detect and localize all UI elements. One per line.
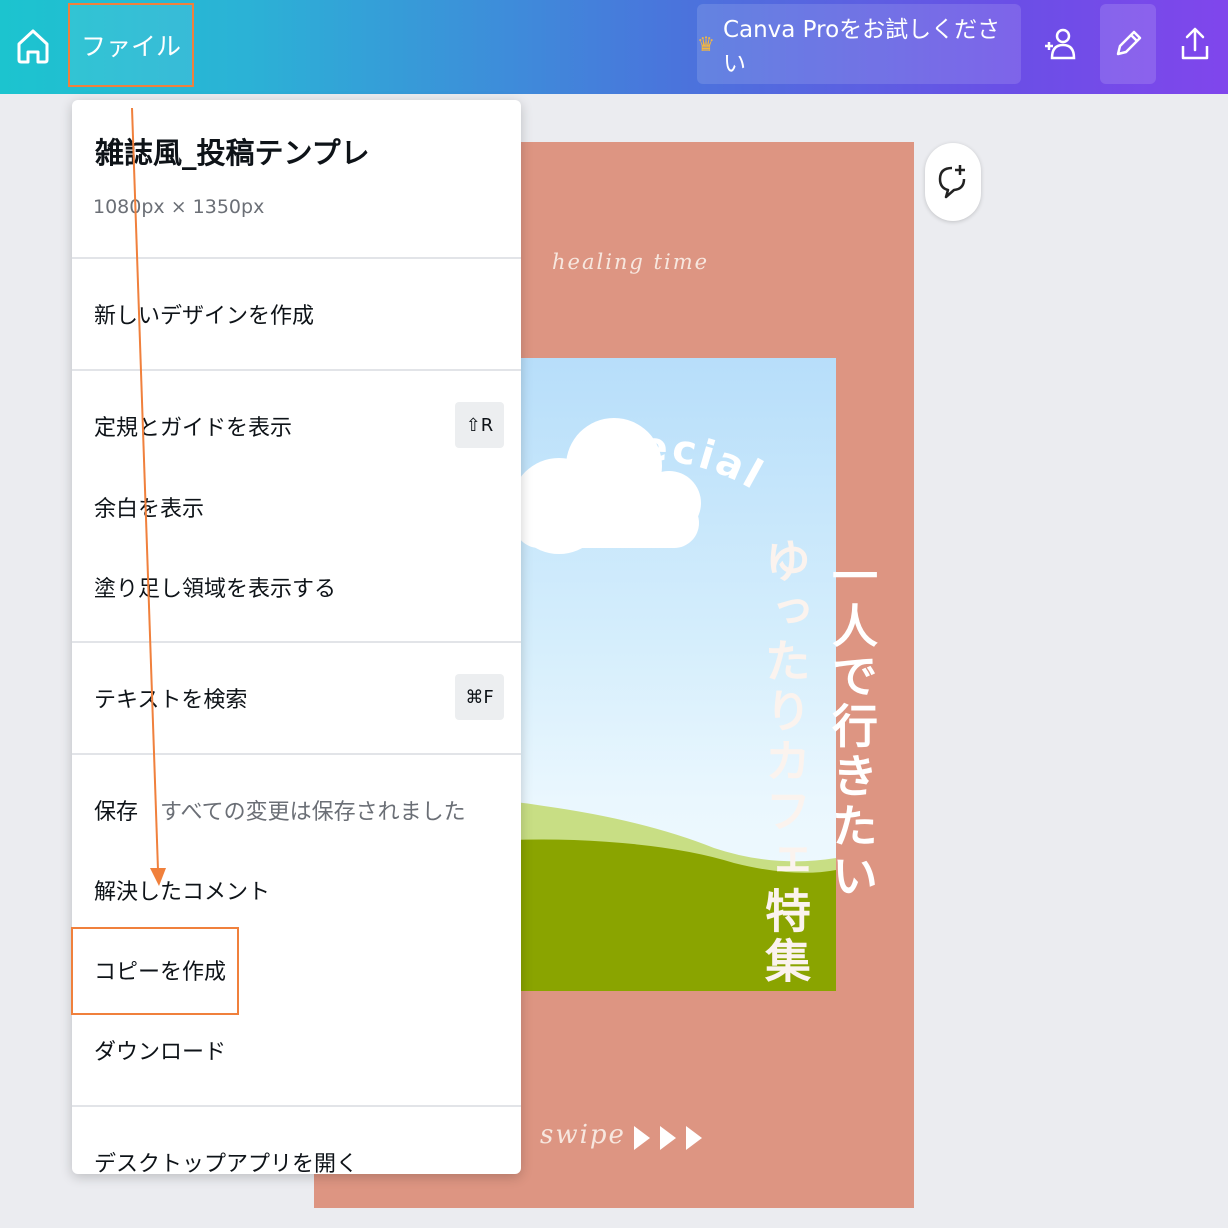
vertical-title-2: ゆったりカフェ特集 bbox=[758, 537, 812, 987]
swipe-arrows-icon bbox=[634, 1126, 702, 1150]
menu-item-save[interactable]: 保存 すべての変更は保存されました bbox=[94, 794, 466, 826]
menu-divider bbox=[72, 369, 521, 371]
menu-item-download[interactable]: ダウンロード bbox=[94, 1034, 226, 1066]
file-menu-button[interactable]: ファイル bbox=[68, 3, 194, 87]
make-copy-highlight bbox=[71, 927, 239, 1015]
menu-item-show-bleed[interactable]: 塗り足し領域を表示する bbox=[94, 571, 336, 603]
try-pro-label: Canva Proをお試しください bbox=[722, 17, 1001, 77]
share-upload-button[interactable] bbox=[1167, 4, 1223, 84]
menu-item-open-desktop-app[interactable]: デスクトップアプリを開く bbox=[94, 1146, 358, 1174]
pencil-icon bbox=[1116, 30, 1142, 56]
shortcut-rulers: ⇧R bbox=[455, 402, 504, 448]
menu-divider bbox=[72, 1105, 521, 1107]
home-icon bbox=[17, 29, 49, 64]
swipe-text: swipe bbox=[540, 1120, 626, 1150]
add-comment-icon bbox=[938, 165, 966, 199]
edit-button[interactable] bbox=[1100, 4, 1156, 84]
try-canva-pro-button[interactable]: ♛ Canva Proをお試しください bbox=[697, 4, 1021, 84]
menu-item-show-margins[interactable]: 余白を表示 bbox=[94, 491, 204, 523]
menu-divider bbox=[72, 257, 521, 259]
menu-divider bbox=[72, 753, 521, 755]
menu-divider bbox=[72, 641, 521, 643]
healing-time-text: healing time bbox=[552, 250, 710, 274]
add-people-icon bbox=[1045, 28, 1076, 60]
save-label: 保存 bbox=[94, 800, 139, 825]
menu-item-find-text[interactable]: テキストを検索 bbox=[94, 682, 247, 714]
menu-item-show-rulers[interactable]: 定規とガイドを表示 bbox=[94, 410, 292, 442]
vertical-title-1: 一人で行きたい bbox=[825, 552, 879, 902]
upload-icon bbox=[1181, 27, 1209, 60]
design-dimensions: 1080px × 1350px bbox=[93, 196, 265, 218]
crown-icon: ♛ bbox=[697, 32, 715, 56]
menu-item-resolved-comments[interactable]: 解決したコメント bbox=[94, 874, 270, 906]
shortcut-find: ⌘F bbox=[455, 674, 504, 720]
share-people-button[interactable] bbox=[1033, 4, 1089, 84]
home-button[interactable] bbox=[10, 20, 56, 70]
add-comment-button[interactable] bbox=[925, 143, 981, 221]
design-title[interactable]: 雑誌風_投稿テンプレ bbox=[95, 130, 370, 172]
save-status: すべての変更は保存されました bbox=[160, 800, 466, 825]
top-toolbar: ファイル ♛ Canva Proをお試しください bbox=[0, 0, 1228, 94]
menu-item-new-design[interactable]: 新しいデザインを作成 bbox=[94, 298, 314, 330]
